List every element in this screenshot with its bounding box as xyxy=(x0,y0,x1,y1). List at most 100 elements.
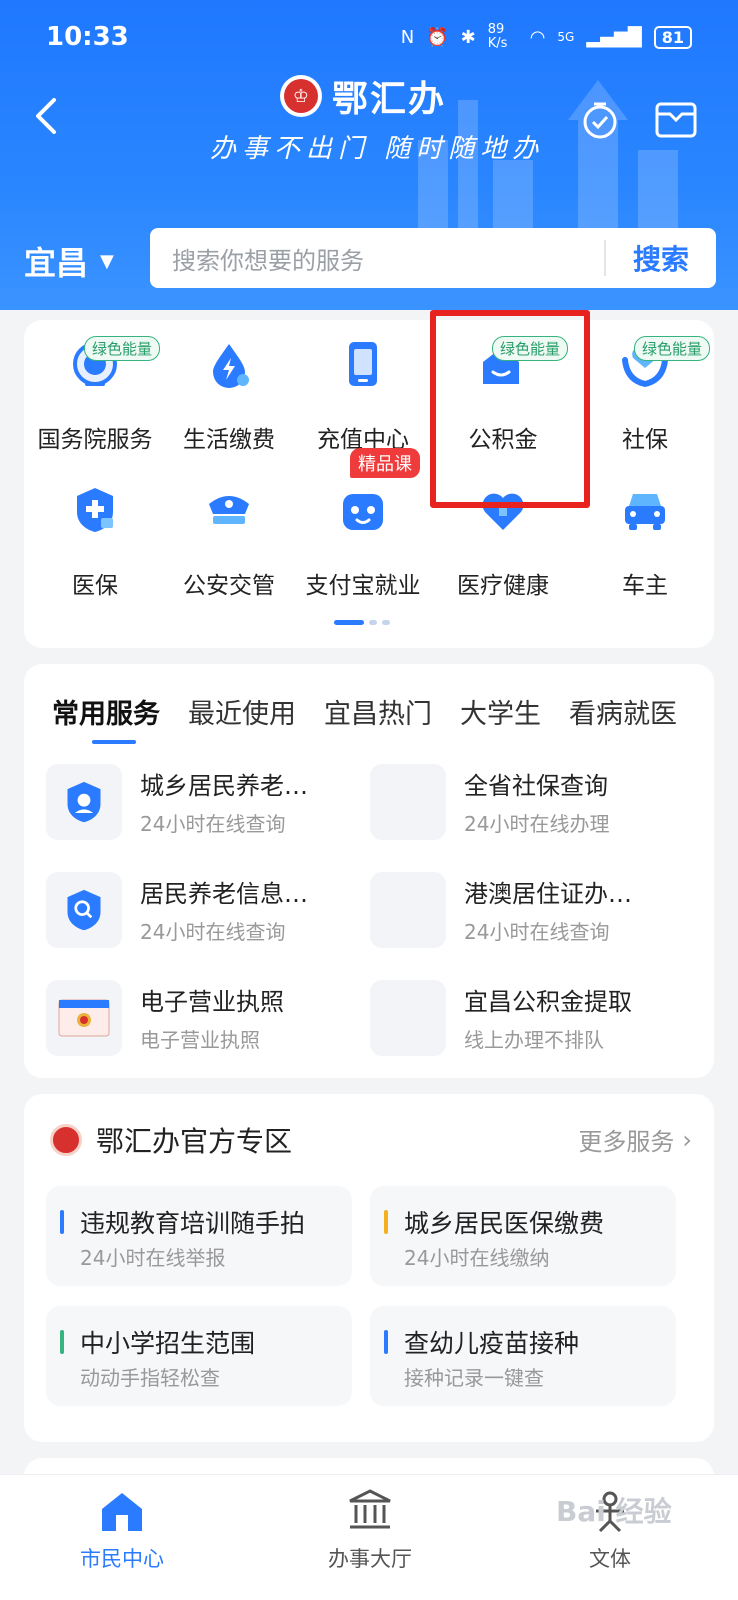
status-icons: N ⏰ ✱ 89 K/s ◠ 5G ▂▄▆█ 81 xyxy=(401,23,692,51)
zone-item-subtitle: 接种记录一键查 xyxy=(404,1366,544,1390)
status-time: 10:33 xyxy=(46,22,129,52)
service-item[interactable]: 全省社保查询 24小时在线办理 xyxy=(370,764,690,844)
utility-payment-icon xyxy=(213,344,249,388)
city-name: 宜昌 xyxy=(24,244,89,282)
alipay-jobs-icon xyxy=(343,494,383,530)
caret-down-icon: ▼ xyxy=(100,250,114,272)
page-indicator xyxy=(334,620,390,625)
tab-common-services[interactable]: 常用服务 xyxy=(52,692,160,731)
back-icon[interactable] xyxy=(32,96,62,136)
grid-item-social-security[interactable]: 绿色能量 社保 xyxy=(576,320,714,453)
timer-check-icon[interactable] xyxy=(580,100,624,140)
search-bar[interactable]: 搜索你想要的服务 搜索 xyxy=(150,228,716,288)
zone-item[interactable]: 违规教育培训随手拍 24小时在线举报 xyxy=(46,1186,352,1286)
signal-icon: ▂▄▆█ xyxy=(586,26,642,48)
search-shield-icon xyxy=(46,872,122,948)
tab-active-indicator xyxy=(92,740,136,744)
search-input[interactable]: 搜索你想要的服务 xyxy=(150,241,604,276)
service-item[interactable]: 城乡居民养老… 24小时在线查询 xyxy=(46,764,366,844)
header-banner: 10:33 N ⏰ ✱ 89 K/s ◠ 5G ▂▄▆█ 81 ♔ 鄂汇办 办事… xyxy=(0,0,738,310)
zone-item[interactable]: 查幼儿疫苗接种 接种记录一键查 xyxy=(370,1306,676,1406)
grid-item-label: 生活缴费 xyxy=(183,427,275,453)
car-owner-icon xyxy=(625,494,665,530)
nav-label: 办事大厅 xyxy=(328,1547,412,1571)
zone-item-subtitle: 24小时在线举报 xyxy=(80,1246,226,1270)
nfc-icon: N xyxy=(400,26,415,48)
slogan: 办事不出门 随时随地办 xyxy=(210,134,545,164)
grid-item-label: 社保 xyxy=(622,427,668,453)
grid-item-label: 医疗健康 xyxy=(457,573,549,599)
service-placeholder-icon xyxy=(370,872,446,948)
green-energy-badge: 绿色能量 xyxy=(83,336,160,361)
zone-item[interactable]: 城乡居民医保缴费 24小时在线缴纳 xyxy=(370,1186,676,1286)
zone-item-subtitle: 24小时在线缴纳 xyxy=(404,1246,550,1270)
phone-recharge-icon xyxy=(349,342,377,386)
service-placeholder-icon xyxy=(370,764,446,840)
grid-item-state-council[interactable]: 绿色能量 国务院服务 xyxy=(26,320,164,453)
zone-item-title: 违规教育培训随手拍 xyxy=(80,1209,306,1238)
annotation-highlight-box xyxy=(430,310,590,508)
search-button[interactable]: 搜索 xyxy=(606,238,716,278)
grid-item-car-owner[interactable]: 车主 xyxy=(576,466,714,599)
service-subtitle: 电子营业执照 xyxy=(140,1028,260,1052)
service-subtitle: 线上办理不排队 xyxy=(464,1028,604,1052)
city-selector[interactable]: 宜昌 ▼ xyxy=(24,238,114,284)
status-bar: 10:33 N ⏰ ✱ 89 K/s ◠ 5G ▂▄▆█ 81 xyxy=(0,0,738,74)
grid-item-label: 国务院服务 xyxy=(37,427,153,453)
page-dot xyxy=(382,620,390,625)
service-subtitle: 24小时在线查询 xyxy=(464,920,610,944)
more-services-label: 更多服务 xyxy=(578,1128,675,1156)
service-title: 港澳居住证办… xyxy=(464,880,632,908)
zone-item-title: 中小学招生范围 xyxy=(80,1329,256,1358)
more-services-link[interactable]: 更多服务 › xyxy=(578,1122,692,1157)
service-title: 居民养老信息… xyxy=(140,880,308,908)
grid-item-label: 医保 xyxy=(72,573,118,599)
nav-label: 文体 xyxy=(589,1547,631,1571)
watermark: Bai 经验 xyxy=(556,1495,672,1528)
grid-item-recharge[interactable]: 充值中心 xyxy=(294,320,432,453)
grid-item-medical-insurance[interactable]: 医保 xyxy=(26,466,164,599)
nav-label: 市民中心 xyxy=(80,1547,164,1571)
nav-citizen-center[interactable]: 市民中心 xyxy=(42,1489,202,1573)
wifi-icon: ◠ xyxy=(529,26,546,48)
green-energy-badge: 绿色能量 xyxy=(633,336,710,361)
zone-item-title: 查幼儿疫苗接种 xyxy=(404,1329,580,1358)
grid-item-police-traffic[interactable]: 公安交管 xyxy=(160,466,298,599)
tab-college[interactable]: 大学生 xyxy=(460,692,541,731)
card-wallet-icon[interactable] xyxy=(654,100,698,140)
battery-indicator: 81 xyxy=(653,25,692,49)
tab-medical[interactable]: 看病就医 xyxy=(569,692,677,731)
zone-title: 鄂汇办官方专区 xyxy=(96,1125,293,1158)
service-grid: 绿色能量 国务院服务 生活缴费 充值中心 ¥ xyxy=(24,310,714,620)
medical-insurance-icon xyxy=(77,488,113,532)
service-placeholder-icon xyxy=(370,980,446,1056)
page-dot xyxy=(369,620,377,625)
nav-service-hall[interactable]: 办事大厅 xyxy=(290,1489,450,1573)
service-item[interactable]: 宜昌公积金提取 线上办理不排队 xyxy=(370,980,690,1060)
government-hall-icon xyxy=(349,1489,391,1529)
service-title: 宜昌公积金提取 xyxy=(464,988,632,1016)
service-item[interactable]: 电子营业执照 电子营业执照 xyxy=(46,980,366,1060)
premium-course-badge: 精品课 xyxy=(350,448,420,478)
net-speed: 89 K/s xyxy=(487,22,508,51)
tab-yichang-hot[interactable]: 宜昌热门 xyxy=(324,692,432,731)
service-subtitle: 24小时在线查询 xyxy=(140,920,286,944)
grid-item-alipay-jobs[interactable]: 精品课 支付宝就业 xyxy=(294,448,432,599)
service-subtitle: 24小时在线查询 xyxy=(140,812,286,836)
brand-logo: ♔ xyxy=(280,75,322,117)
service-grid-card: 绿色能量 国务院服务 生活缴费 充值中心 ¥ xyxy=(24,310,714,648)
tab-recent[interactable]: 最近使用 xyxy=(188,692,296,731)
common-services-card: 常用服务 最近使用 宜昌热门 大学生 看病就医 城乡居民养老… 24小时在线查询… xyxy=(24,664,714,1078)
network-type: 5G xyxy=(557,30,575,44)
pension-shield-icon xyxy=(46,764,122,840)
chevron-right-icon: › xyxy=(682,1125,692,1154)
service-tabs: 常用服务 最近使用 宜昌热门 大学生 看病就医 xyxy=(52,692,692,731)
service-title: 电子营业执照 xyxy=(140,988,284,1016)
page-dot-active xyxy=(334,620,364,625)
police-traffic-icon xyxy=(209,496,249,524)
home-icon xyxy=(102,1493,142,1531)
zone-item[interactable]: 中小学招生范围 动动手指轻松查 xyxy=(46,1306,352,1406)
grid-item-utility-payment[interactable]: 生活缴费 xyxy=(160,320,298,453)
service-item[interactable]: 居民养老信息… 24小时在线查询 xyxy=(46,872,366,952)
service-item[interactable]: 港澳居住证办… 24小时在线查询 xyxy=(370,872,690,952)
